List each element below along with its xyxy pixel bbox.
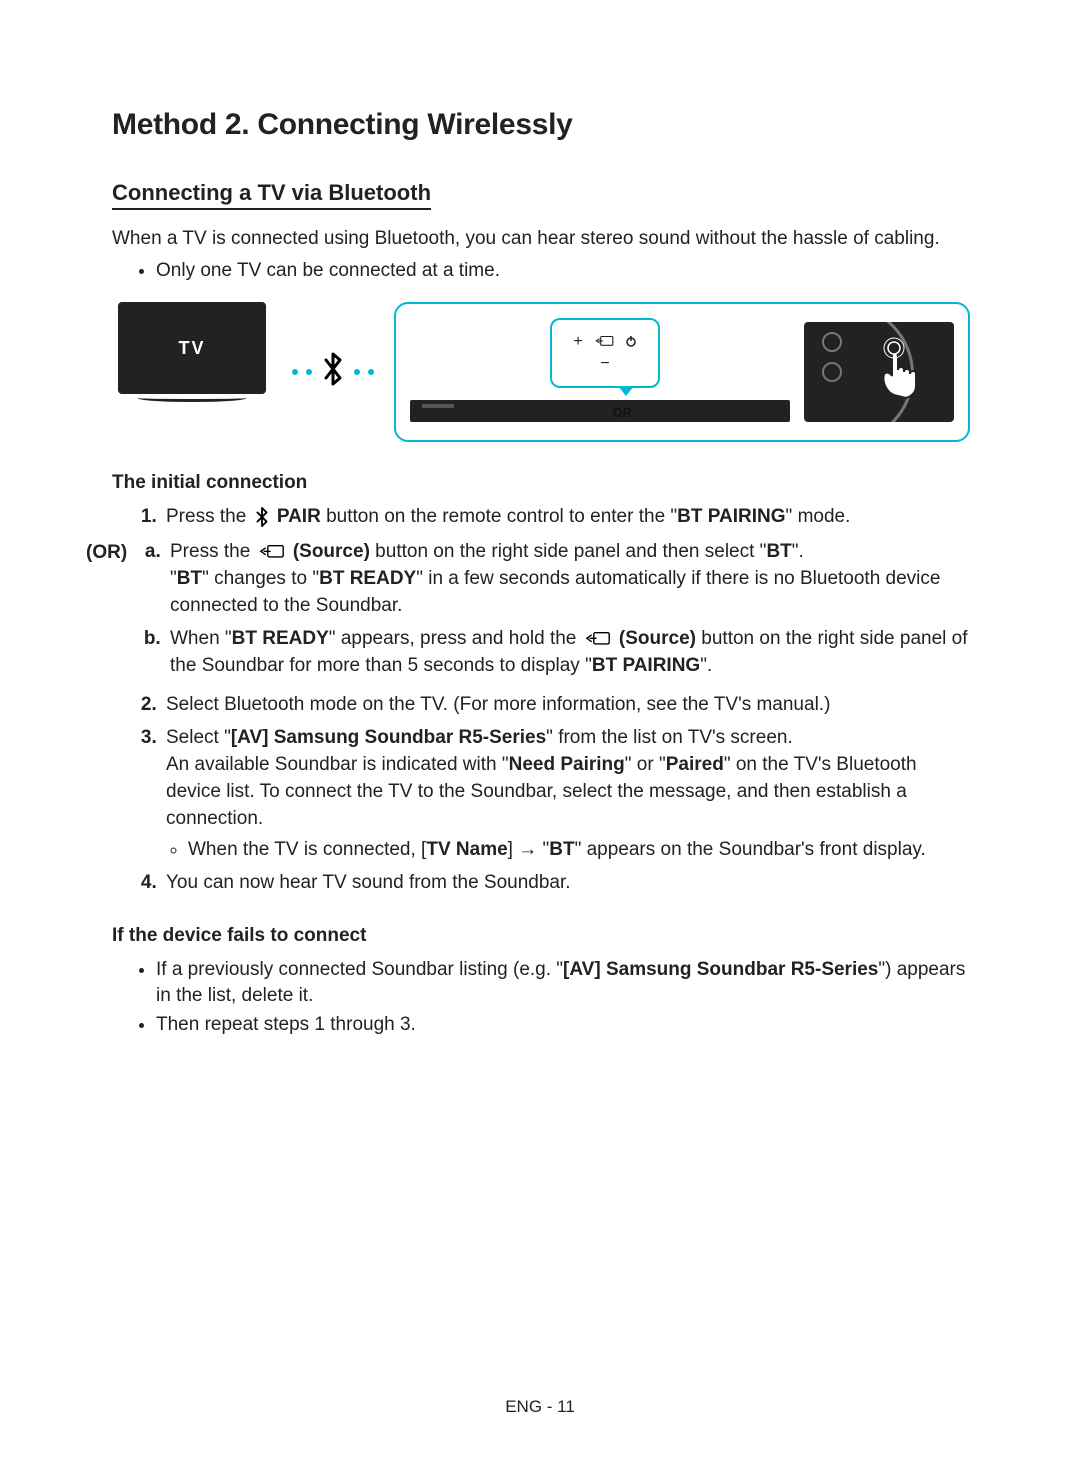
side-panel-bubble: + −: [550, 318, 660, 388]
soundbar-body: [410, 400, 790, 422]
control-panel-illustration: [804, 322, 954, 422]
soundbar-callout: + − OR: [394, 302, 970, 442]
minus-icon: −: [600, 355, 609, 373]
fail-title: If the device fails to connect: [112, 925, 970, 947]
source-icon: [593, 334, 615, 350]
connection-diagram: TV +: [112, 302, 970, 442]
or-label: OR: [613, 405, 633, 420]
soundbar-illustration: + − OR: [410, 318, 790, 422]
section-subtitle: Connecting a TV via Bluetooth: [112, 180, 431, 210]
page-title: Method 2. Connecting Wirelessly: [112, 108, 970, 142]
intro-text: When a TV is connected using Bluetooth, …: [112, 226, 970, 252]
steps-list: Press the PAIR button on the remote cont…: [112, 504, 970, 897]
tv-stand: [137, 394, 247, 402]
step-2: Select Bluetooth mode on the TV. (For mo…: [162, 692, 970, 719]
initial-connection-title: The initial connection: [112, 472, 970, 494]
fail-bullets: If a previously connected Soundbar listi…: [112, 957, 970, 1039]
step-3: Select "[AV] Samsung Soundbar R5-Series"…: [162, 725, 970, 864]
fail-bullet-2: Then repeat steps 1 through 3.: [156, 1012, 970, 1039]
source-icon: [584, 630, 612, 648]
hand-icon: [868, 336, 948, 411]
page-footer: ENG - 11: [0, 1397, 1080, 1417]
intro-bullet-item: Only one TV can be connected at a time.: [156, 258, 970, 285]
bluetooth-icon: [320, 350, 346, 395]
substep-a: Press the (Source) button on the right s…: [166, 539, 970, 620]
manual-page: Method 2. Connecting Wirelessly Connecti…: [0, 0, 1080, 1479]
bluetooth-icon: [254, 507, 270, 527]
or-tag: (OR): [86, 539, 140, 567]
plus-icon: +: [573, 333, 582, 351]
bluetooth-signal: [292, 350, 374, 395]
tv-illustration: TV: [112, 302, 272, 412]
step3-bullet-item: When the TV is connected, [TV Name] → "B…: [188, 837, 970, 864]
power-icon: [625, 335, 637, 350]
substeps-list: Press the (Source) button on the right s…: [140, 539, 970, 686]
intro-bullets: Only one TV can be connected at a time.: [112, 258, 970, 285]
step-1: Press the PAIR button on the remote cont…: [162, 504, 970, 686]
fail-bullet-1: If a previously connected Soundbar listi…: [156, 957, 970, 1010]
step-4: You can now hear TV sound from the Sound…: [162, 870, 970, 897]
tv-screen: TV: [118, 302, 266, 394]
substep-b: When "BT READY" appears, press and hold …: [166, 626, 970, 680]
step3-bullets: When the TV is connected, [TV Name] → "B…: [166, 837, 970, 864]
source-icon: [258, 543, 286, 561]
